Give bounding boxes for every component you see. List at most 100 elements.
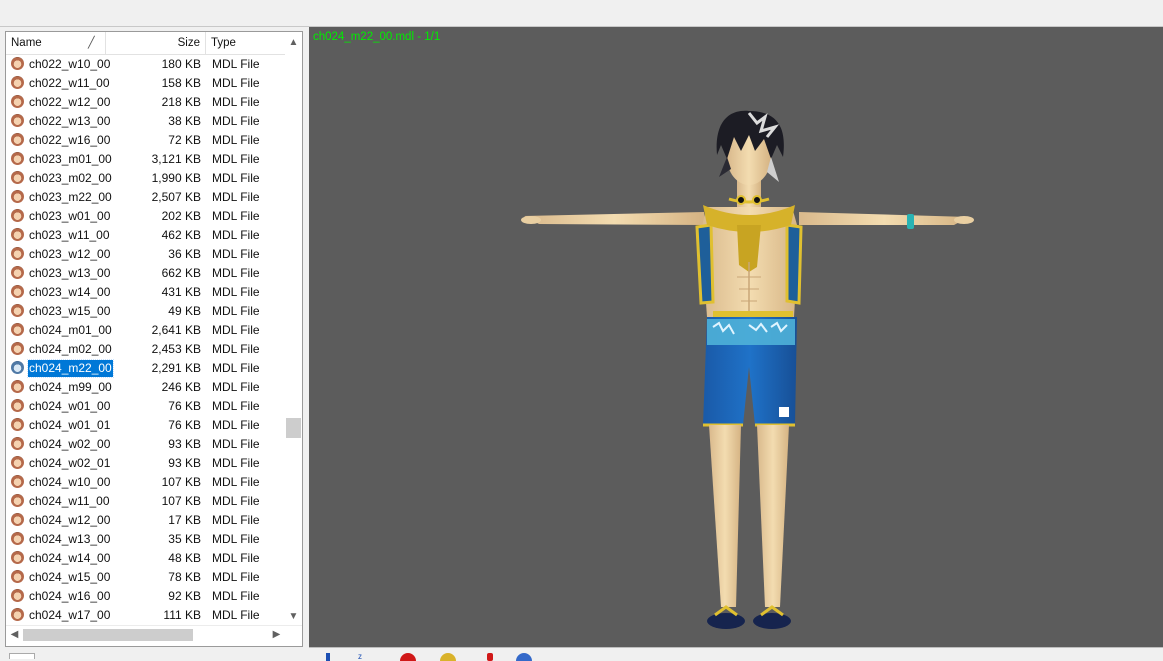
file-row[interactable]: ch023_w13_00 662 KB MDL File	[6, 264, 285, 283]
file-row[interactable]: ch024_m02_00 2,453 KB MDL File	[6, 340, 285, 359]
file-name: ch024_w12_00	[29, 513, 111, 527]
horizontal-scroll-thumb[interactable]	[23, 629, 193, 641]
mdl-file-icon	[11, 437, 24, 450]
file-row[interactable]: ch024_w01_01 76 KB MDL File	[6, 416, 285, 435]
file-name: ch023_w12_00	[29, 247, 111, 261]
column-header-size[interactable]: Size	[106, 32, 206, 54]
mdl-file-icon	[11, 285, 24, 298]
file-size: 107 KB	[161, 494, 201, 508]
mdl-file-icon	[11, 589, 24, 602]
mdl-file-icon	[11, 475, 24, 488]
file-name: ch023_w13_00	[29, 266, 111, 280]
file-name: ch024_m01_00	[29, 323, 112, 337]
file-row[interactable]: ch024_m99_00 246 KB MDL File	[6, 378, 285, 397]
file-row[interactable]: ch024_w10_00 107 KB MDL File	[6, 473, 285, 492]
scroll-right-arrow-icon[interactable]: ▶	[268, 626, 285, 643]
info-tool-icon[interactable]	[319, 651, 337, 661]
file-row[interactable]: ch023_m01_00 3,121 KB MDL File	[6, 150, 285, 169]
file-size: 2,507 KB	[151, 190, 201, 204]
file-row[interactable]: ch022_w13_00 38 KB MDL File	[6, 112, 285, 131]
file-row[interactable]: ch024_m01_00 2,641 KB MDL File	[6, 321, 285, 340]
file-row[interactable]: ch024_w17_00 111 KB MDL File	[6, 606, 285, 625]
column-header-name[interactable]: Name ╱	[6, 32, 106, 54]
file-name: ch024_w01_01	[29, 418, 111, 432]
mdl-file-icon	[11, 418, 24, 431]
mdl-file-icon	[11, 551, 24, 564]
file-name: ch024_w11_00	[29, 494, 110, 508]
scroll-left-arrow-icon[interactable]: ◀	[6, 626, 23, 643]
file-size: 158 KB	[161, 76, 201, 90]
mdl-file-icon	[11, 361, 24, 374]
file-row[interactable]: ch022_w11_00 158 KB MDL File	[6, 74, 285, 93]
file-size: 246 KB	[161, 380, 201, 394]
file-size: 107 KB	[161, 475, 201, 489]
file-row[interactable]: ch024_w15_00 78 KB MDL File	[6, 568, 285, 587]
file-name: ch023_m22_00	[29, 190, 112, 204]
file-row[interactable]: ch024_w12_00 17 KB MDL File	[6, 511, 285, 530]
file-type: MDL File	[212, 247, 260, 261]
file-size: 49 KB	[168, 304, 201, 318]
file-row[interactable]: ch023_m22_00 2,507 KB MDL File	[6, 188, 285, 207]
file-row[interactable]: ch024_m22_00 2,291 KB MDL File	[6, 359, 285, 378]
file-row[interactable]: ch024_w14_00 48 KB MDL File	[6, 549, 285, 568]
horizontal-scrollbar[interactable]: ◀ ▶	[6, 625, 302, 643]
file-type: MDL File	[212, 266, 260, 280]
file-row[interactable]: ch022_w10_00 180 KB MDL File	[6, 55, 285, 74]
file-name: ch023_w14_00	[29, 285, 111, 299]
file-row[interactable]: ch023_w11_00 462 KB MDL File	[6, 226, 285, 245]
file-row[interactable]: ch023_w15_00 49 KB MDL File	[6, 302, 285, 321]
file-size: 462 KB	[161, 228, 201, 242]
file-name: ch024_m22_00	[27, 359, 114, 378]
file-name: ch024_m99_00	[29, 380, 112, 394]
marker-tool-icon[interactable]	[481, 651, 499, 661]
file-row[interactable]: ch023_w12_00 36 KB MDL File	[6, 245, 285, 264]
file-type: MDL File	[212, 228, 260, 242]
file-size: 218 KB	[161, 95, 201, 109]
file-row[interactable]: ch024_w02_01 93 KB MDL File	[6, 454, 285, 473]
file-type: MDL File	[212, 513, 260, 527]
file-name: ch023_w11_00	[29, 228, 110, 242]
file-type: MDL File	[212, 418, 260, 432]
file-row[interactable]: ch024_w02_00 93 KB MDL File	[6, 435, 285, 454]
globe-tool-icon[interactable]	[515, 651, 533, 661]
sleep-tool-icon[interactable]: z	[353, 651, 371, 661]
mdl-file-icon	[11, 152, 24, 165]
mdl-file-icon	[11, 532, 24, 545]
file-type: MDL File	[212, 133, 260, 147]
mdl-file-icon	[11, 228, 24, 241]
light-tool-icon[interactable]	[439, 651, 457, 661]
file-row[interactable]: ch024_w11_00 107 KB MDL File	[6, 492, 285, 511]
scroll-down-arrow-icon[interactable]: ▼	[285, 608, 302, 625]
file-row[interactable]: ch023_w14_00 431 KB MDL File	[6, 283, 285, 302]
file-type: MDL File	[212, 209, 260, 223]
vertical-scroll-thumb[interactable]	[286, 418, 301, 438]
file-size: 48 KB	[168, 551, 201, 565]
stop-tool-icon[interactable]	[399, 651, 417, 661]
scroll-up-arrow-icon[interactable]: ▲	[285, 34, 302, 51]
file-name: ch022_w12_00	[29, 95, 111, 109]
file-row[interactable]: ch022_w16_00 72 KB MDL File	[6, 131, 285, 150]
list-header: Name ╱ Size Type	[6, 32, 285, 55]
file-row[interactable]: ch023_w01_00 202 KB MDL File	[6, 207, 285, 226]
file-type: MDL File	[212, 399, 260, 413]
file-row[interactable]: ch024_w01_00 76 KB MDL File	[6, 397, 285, 416]
mdl-file-icon	[11, 171, 24, 184]
file-name: ch022_w11_00	[29, 76, 110, 90]
mdl-file-icon	[11, 380, 24, 393]
file-row[interactable]: ch022_w12_00 218 KB MDL File	[6, 93, 285, 112]
column-header-type[interactable]: Type	[206, 32, 285, 54]
file-type: MDL File	[212, 475, 260, 489]
file-row[interactable]: ch023_m02_00 1,990 KB MDL File	[6, 169, 285, 188]
file-size: 3,121 KB	[151, 152, 201, 166]
file-row[interactable]: ch024_w16_00 92 KB MDL File	[6, 587, 285, 606]
file-name: ch024_w02_00	[29, 437, 111, 451]
model-viewport[interactable]: ch024_m22_00.mdl - 1/1	[309, 27, 1163, 647]
file-type: MDL File	[212, 323, 260, 337]
file-row[interactable]: ch024_w13_00 35 KB MDL File	[6, 530, 285, 549]
file-list: ch022_w10_00 180 KB MDL File ch022_w11_00 15…	[6, 54, 285, 625]
file-size: 35 KB	[168, 532, 201, 546]
mdl-file-icon	[11, 513, 24, 526]
top-toolbar	[0, 0, 1163, 27]
file-size: 92 KB	[168, 589, 201, 603]
vertical-scrollbar[interactable]: ▲ ▼	[285, 32, 302, 625]
